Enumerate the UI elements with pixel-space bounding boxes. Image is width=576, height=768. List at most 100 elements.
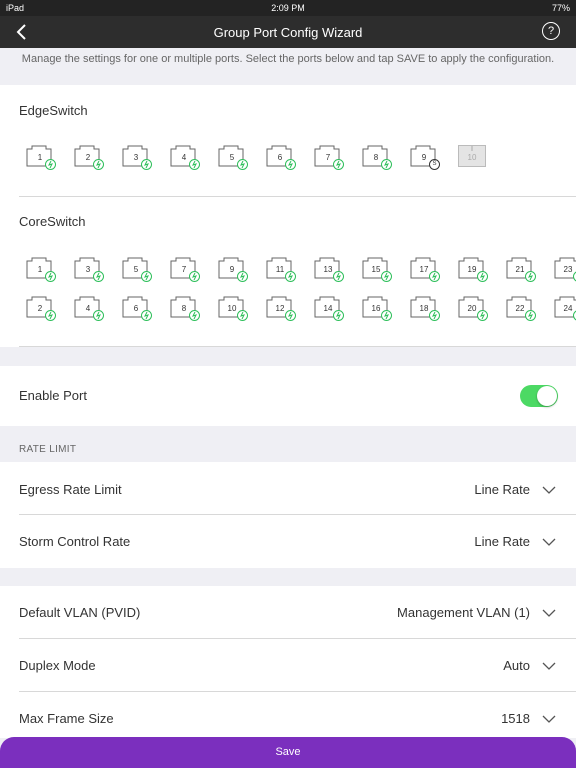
port-7[interactable]: 7 — [314, 145, 344, 173]
port-5[interactable]: 5 — [122, 257, 152, 285]
port-9[interactable]: 9 — [218, 257, 248, 285]
chevron-down-icon — [542, 715, 556, 723]
port-14[interactable]: 14 — [314, 296, 344, 324]
port-3[interactable]: 3 — [122, 145, 152, 173]
poe-icon — [333, 159, 344, 170]
poe-icon — [429, 310, 440, 321]
port-12[interactable]: 12 — [266, 296, 296, 324]
poe-icon — [189, 310, 200, 321]
page-title: Group Port Config Wizard — [213, 25, 363, 40]
enable-port-toggle[interactable] — [520, 385, 558, 407]
chevron-down-icon — [542, 609, 556, 617]
port-11[interactable]: 11 — [266, 257, 296, 285]
poe-icon — [45, 310, 56, 321]
poe-icon — [189, 271, 200, 282]
port-1[interactable]: 1 — [26, 145, 56, 173]
ports-card: EdgeSwitch 1 2 3 4 5 6 7 8 9 S 10 CoreSwitch 13579… — [0, 85, 576, 347]
poe-icon — [93, 159, 104, 170]
enable-port-row: Enable Port — [0, 366, 576, 426]
poe-icon — [525, 271, 536, 282]
egress-rate-value: Line Rate — [474, 482, 530, 497]
port-10[interactable]: 10 — [218, 296, 248, 324]
poe-icon — [45, 159, 56, 170]
duplex-mode-label: Duplex Mode — [19, 658, 96, 673]
status-bar: iPad 2:09 PM 77% — [0, 0, 576, 16]
port-5[interactable]: 5 — [218, 145, 248, 173]
divider — [19, 638, 576, 639]
port-4[interactable]: 4 — [74, 296, 104, 324]
help-icon[interactable]: ? — [542, 22, 560, 40]
rate-limit-card: Egress Rate Limit Line Rate Storm Contro… — [0, 462, 576, 568]
default-vlan-value: Management VLAN (1) — [397, 605, 530, 620]
poe-icon — [381, 310, 392, 321]
chevron-down-icon — [542, 486, 556, 494]
port-7[interactable]: 7 — [170, 257, 200, 285]
coreswitch-title: CoreSwitch — [19, 214, 86, 229]
storm-control-value: Line Rate — [474, 534, 530, 549]
port-2[interactable]: 2 — [26, 296, 56, 324]
sfp-badge-icon: S — [429, 159, 440, 170]
port-20[interactable]: 20 — [458, 296, 488, 324]
poe-icon — [285, 310, 296, 321]
poe-icon — [381, 159, 392, 170]
port-6[interactable]: 6 — [266, 145, 296, 173]
port-9[interactable]: 9S — [410, 145, 440, 173]
poe-icon — [93, 271, 104, 282]
port-19[interactable]: 19 — [458, 257, 488, 285]
port-16[interactable]: 16 — [362, 296, 392, 324]
port-18[interactable]: 18 — [410, 296, 440, 324]
divider — [19, 691, 576, 692]
default-vlan-label: Default VLAN (PVID) — [19, 605, 141, 620]
poe-icon — [141, 159, 152, 170]
port-15[interactable]: 15 — [362, 257, 392, 285]
egress-rate-label: Egress Rate Limit — [19, 482, 122, 497]
poe-icon — [237, 310, 248, 321]
divider — [19, 346, 576, 347]
port-1[interactable]: 1 — [26, 257, 56, 285]
port-24[interactable]: 24 — [554, 296, 576, 324]
port-10: 10 — [458, 145, 488, 173]
port-3[interactable]: 3 — [74, 257, 104, 285]
poe-icon — [477, 271, 488, 282]
port-8[interactable]: 8 — [362, 145, 392, 173]
max-frame-size-label: Max Frame Size — [19, 711, 114, 726]
port-settings-card: Default VLAN (PVID) Management VLAN (1) … — [0, 586, 576, 738]
enable-port-label: Enable Port — [19, 388, 87, 403]
port-2[interactable]: 2 — [74, 145, 104, 173]
navigation-bar: Group Port Config Wizard ? — [0, 16, 576, 48]
poe-icon — [237, 271, 248, 282]
port-17[interactable]: 17 — [410, 257, 440, 285]
battery-level: 77% — [551, 3, 570, 13]
poe-icon — [381, 271, 392, 282]
storm-control-label: Storm Control Rate — [19, 534, 131, 549]
poe-icon — [525, 310, 536, 321]
divider — [19, 196, 576, 197]
port-22[interactable]: 22 — [506, 296, 536, 324]
poe-icon — [477, 310, 488, 321]
port-8[interactable]: 8 — [170, 296, 200, 324]
port-6[interactable]: 6 — [122, 296, 152, 324]
save-button[interactable]: Save — [0, 737, 576, 768]
port-number: 10 — [467, 153, 477, 162]
port-13[interactable]: 13 — [314, 257, 344, 285]
port-23[interactable]: 23 — [554, 257, 576, 285]
chevron-down-icon — [542, 538, 556, 546]
poe-icon — [141, 310, 152, 321]
chevron-down-icon — [542, 662, 556, 670]
rate-limit-header: RATE LIMIT — [19, 444, 77, 455]
duplex-mode-value: Auto — [503, 658, 530, 673]
status-time: 2:09 PM — [271, 3, 305, 13]
poe-icon — [93, 310, 104, 321]
poe-icon — [141, 271, 152, 282]
edgeswitch-title: EdgeSwitch — [19, 103, 88, 118]
port-4[interactable]: 4 — [170, 145, 200, 173]
poe-icon — [237, 159, 248, 170]
poe-icon — [285, 271, 296, 282]
poe-icon — [333, 310, 344, 321]
poe-icon — [45, 271, 56, 282]
max-frame-size-value: 1518 — [501, 711, 530, 726]
poe-icon — [429, 271, 440, 282]
port-21[interactable]: 21 — [506, 257, 536, 285]
poe-icon — [285, 159, 296, 170]
poe-icon — [189, 159, 200, 170]
